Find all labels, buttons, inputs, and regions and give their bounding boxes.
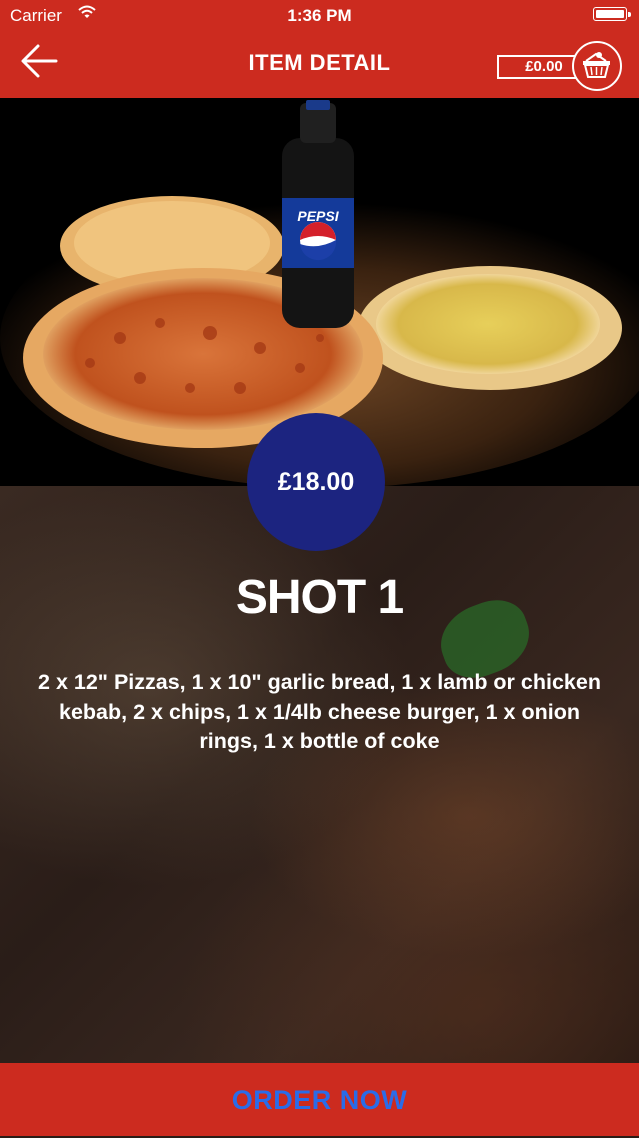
cart-widget[interactable]: £0.00: [497, 41, 639, 93]
item-description: 2 x 12" Pizzas, 1 x 10" garlic bread, 1 …: [38, 670, 601, 753]
status-time: 1:36 PM: [287, 6, 352, 25]
svg-text:PEPSI: PEPSI: [297, 208, 339, 224]
status-bar: Carrier 1:36 PM: [0, 0, 639, 32]
cart-button[interactable]: [572, 41, 622, 91]
price-badge: £18.00: [247, 413, 385, 551]
basket-icon: [583, 52, 610, 78]
app-header: Carrier 1:36 PM ITEM DETAIL £0.00: [0, 0, 639, 98]
item-name: SHOT 1: [235, 571, 404, 624]
battery-icon: [593, 7, 631, 21]
order-now-button[interactable]: ORDER NOW: [0, 1063, 639, 1136]
